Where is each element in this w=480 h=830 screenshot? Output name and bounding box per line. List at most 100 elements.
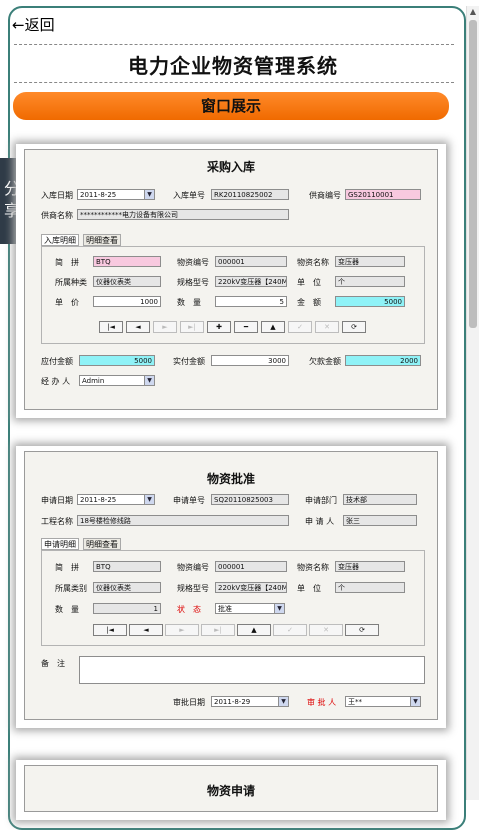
prev-record-button[interactable]: ◄ xyxy=(126,321,150,333)
date-field[interactable]: 2011-8-25 ▼ xyxy=(77,494,155,505)
back-link[interactable]: ←返回 xyxy=(12,14,55,35)
chevron-down-icon[interactable]: ▼ xyxy=(144,376,154,385)
label: 申请单号 xyxy=(173,496,205,505)
label: 实付金额 xyxy=(173,357,205,366)
chevron-down-icon[interactable]: ▼ xyxy=(144,495,154,504)
scroll-thumb[interactable] xyxy=(469,20,477,328)
label: 物资编号 xyxy=(177,258,209,267)
divider xyxy=(14,82,454,83)
label: 简 拼 xyxy=(55,563,79,572)
quantity-field[interactable]: 1 xyxy=(93,603,161,614)
order-no-field[interactable]: RK20110825002 xyxy=(211,189,289,200)
divider xyxy=(14,44,454,45)
window: 物资批准 申请日期 2011-8-25 ▼ 申请单号 SQ20110825003 … xyxy=(24,451,438,720)
prev-record-button[interactable]: ◄ xyxy=(129,624,163,636)
label: 规格型号 xyxy=(177,278,209,287)
tab-inbound-detail[interactable]: 入库明细 xyxy=(41,234,79,246)
section-banner: 窗口展示 xyxy=(13,92,449,120)
payable-field[interactable]: 5000 xyxy=(79,355,155,366)
next-record-button[interactable]: ► xyxy=(165,624,199,636)
label: 单 位 xyxy=(297,584,321,593)
label: 物资名称 xyxy=(297,563,329,572)
label: 单 位 xyxy=(297,278,321,287)
label: 金 额 xyxy=(297,298,321,307)
window-title: 采购入库 xyxy=(206,160,255,174)
spec-field[interactable]: 220kV变压器【240M xyxy=(215,582,287,593)
unit-field[interactable]: 个 xyxy=(335,582,405,593)
window: 采购入库 入库日期 2011-8-25 ▼ 入库单号 RK20110825002 … xyxy=(24,149,438,410)
label: 欠款金额 xyxy=(309,357,341,366)
operator-select[interactable]: Admin ▼ xyxy=(79,375,155,386)
department-field[interactable]: 技术部 xyxy=(343,494,417,505)
unit-field[interactable]: 个 xyxy=(335,276,405,287)
first-record-button[interactable]: |◄ xyxy=(99,321,123,333)
material-name-field[interactable]: 变压器 xyxy=(335,561,405,572)
label: 物资名称 xyxy=(297,258,329,267)
supplier-no-field[interactable]: GS20110001 xyxy=(345,189,421,200)
add-button[interactable]: ✚ xyxy=(207,321,231,333)
project-name-field[interactable]: 18号楼检修线路 xyxy=(77,515,289,526)
refresh-button[interactable]: ⟳ xyxy=(342,321,366,333)
tab-detail-view[interactable]: 明细查看 xyxy=(83,538,121,550)
label: 审 批 人 xyxy=(307,698,337,707)
edit-button[interactable]: ▲ xyxy=(237,624,271,636)
label: 审批日期 xyxy=(173,698,205,707)
label: 状 态 xyxy=(177,605,201,614)
applicant-field[interactable]: 张三 xyxy=(343,515,417,526)
tab-request-detail[interactable]: 申请明细 xyxy=(41,538,79,550)
last-record-button[interactable]: ►| xyxy=(201,624,235,636)
chevron-down-icon[interactable]: ▼ xyxy=(410,697,420,706)
remark-field[interactable] xyxy=(79,656,425,684)
chevron-down-icon[interactable]: ▼ xyxy=(278,697,288,706)
date-field[interactable]: 2011-8-25 ▼ xyxy=(77,189,155,200)
label: 供商编号 xyxy=(309,191,341,200)
delete-button[interactable]: ━ xyxy=(234,321,258,333)
label: 申请日期 xyxy=(41,496,73,505)
next-record-button[interactable]: ► xyxy=(153,321,177,333)
window: 物资申请 xyxy=(24,765,438,812)
label: 申请部门 xyxy=(305,496,337,505)
chevron-down-icon[interactable]: ▼ xyxy=(274,604,284,613)
amount-field[interactable]: 5000 xyxy=(335,296,405,307)
approval-date-field[interactable]: 2011-8-29 ▼ xyxy=(211,696,289,707)
tab-detail-view[interactable]: 明细查看 xyxy=(83,234,121,246)
first-record-button[interactable]: |◄ xyxy=(93,624,127,636)
label: 入库单号 xyxy=(173,191,205,200)
category-field[interactable]: 仪器仪表类 xyxy=(93,276,161,287)
scrollbar[interactable]: ▲ xyxy=(466,6,479,800)
material-code-field[interactable]: 000001 xyxy=(215,256,287,267)
label: 所属类别 xyxy=(55,584,87,593)
label: 规格型号 xyxy=(177,584,209,593)
pinyin-field[interactable]: BTQ xyxy=(93,561,161,572)
price-field[interactable]: 1000 xyxy=(93,296,161,307)
quantity-field[interactable]: 5 xyxy=(215,296,287,307)
material-approval-screenshot: 物资批准 申请日期 2011-8-25 ▼ 申请单号 SQ20110825003 … xyxy=(16,446,446,728)
page-title: 电力企业物资管理系统 xyxy=(128,54,338,78)
edit-button[interactable]: ▲ xyxy=(261,321,285,333)
refresh-button[interactable]: ⟳ xyxy=(345,624,379,636)
scroll-up-icon[interactable]: ▲ xyxy=(467,6,479,18)
owed-field[interactable]: 2000 xyxy=(345,355,421,366)
last-record-button[interactable]: ►| xyxy=(180,321,204,333)
material-code-field[interactable]: 000001 xyxy=(215,561,287,572)
pinyin-field[interactable]: BTQ xyxy=(93,256,161,267)
label: 应付金额 xyxy=(41,357,73,366)
cancel-button[interactable]: ✕ xyxy=(309,624,343,636)
material-name-field[interactable]: 变压器 xyxy=(335,256,405,267)
chevron-down-icon[interactable]: ▼ xyxy=(144,190,154,199)
window-title: 物资申请 xyxy=(206,784,255,798)
save-button[interactable]: ✓ xyxy=(288,321,312,333)
label: 经 办 人 xyxy=(41,377,71,386)
purchase-inbound-screenshot: 采购入库 入库日期 2011-8-25 ▼ 入库单号 RK20110825002 … xyxy=(16,144,446,418)
spec-field[interactable]: 220kV变压器【240M xyxy=(215,276,287,287)
supplier-name-field[interactable]: ************电力设备有限公司 xyxy=(77,209,289,220)
save-button[interactable]: ✓ xyxy=(273,624,307,636)
request-no-field[interactable]: SQ20110825003 xyxy=(211,494,289,505)
status-select[interactable]: 批准 ▼ xyxy=(215,603,285,614)
approver-select[interactable]: 王** ▼ xyxy=(345,696,421,707)
material-request-screenshot: 物资申请 xyxy=(16,760,446,820)
label: 数 量 xyxy=(55,605,79,614)
category-field[interactable]: 仪器仪表类 xyxy=(93,582,161,593)
paid-field[interactable]: 3000 xyxy=(211,355,289,366)
cancel-button[interactable]: ✕ xyxy=(315,321,339,333)
